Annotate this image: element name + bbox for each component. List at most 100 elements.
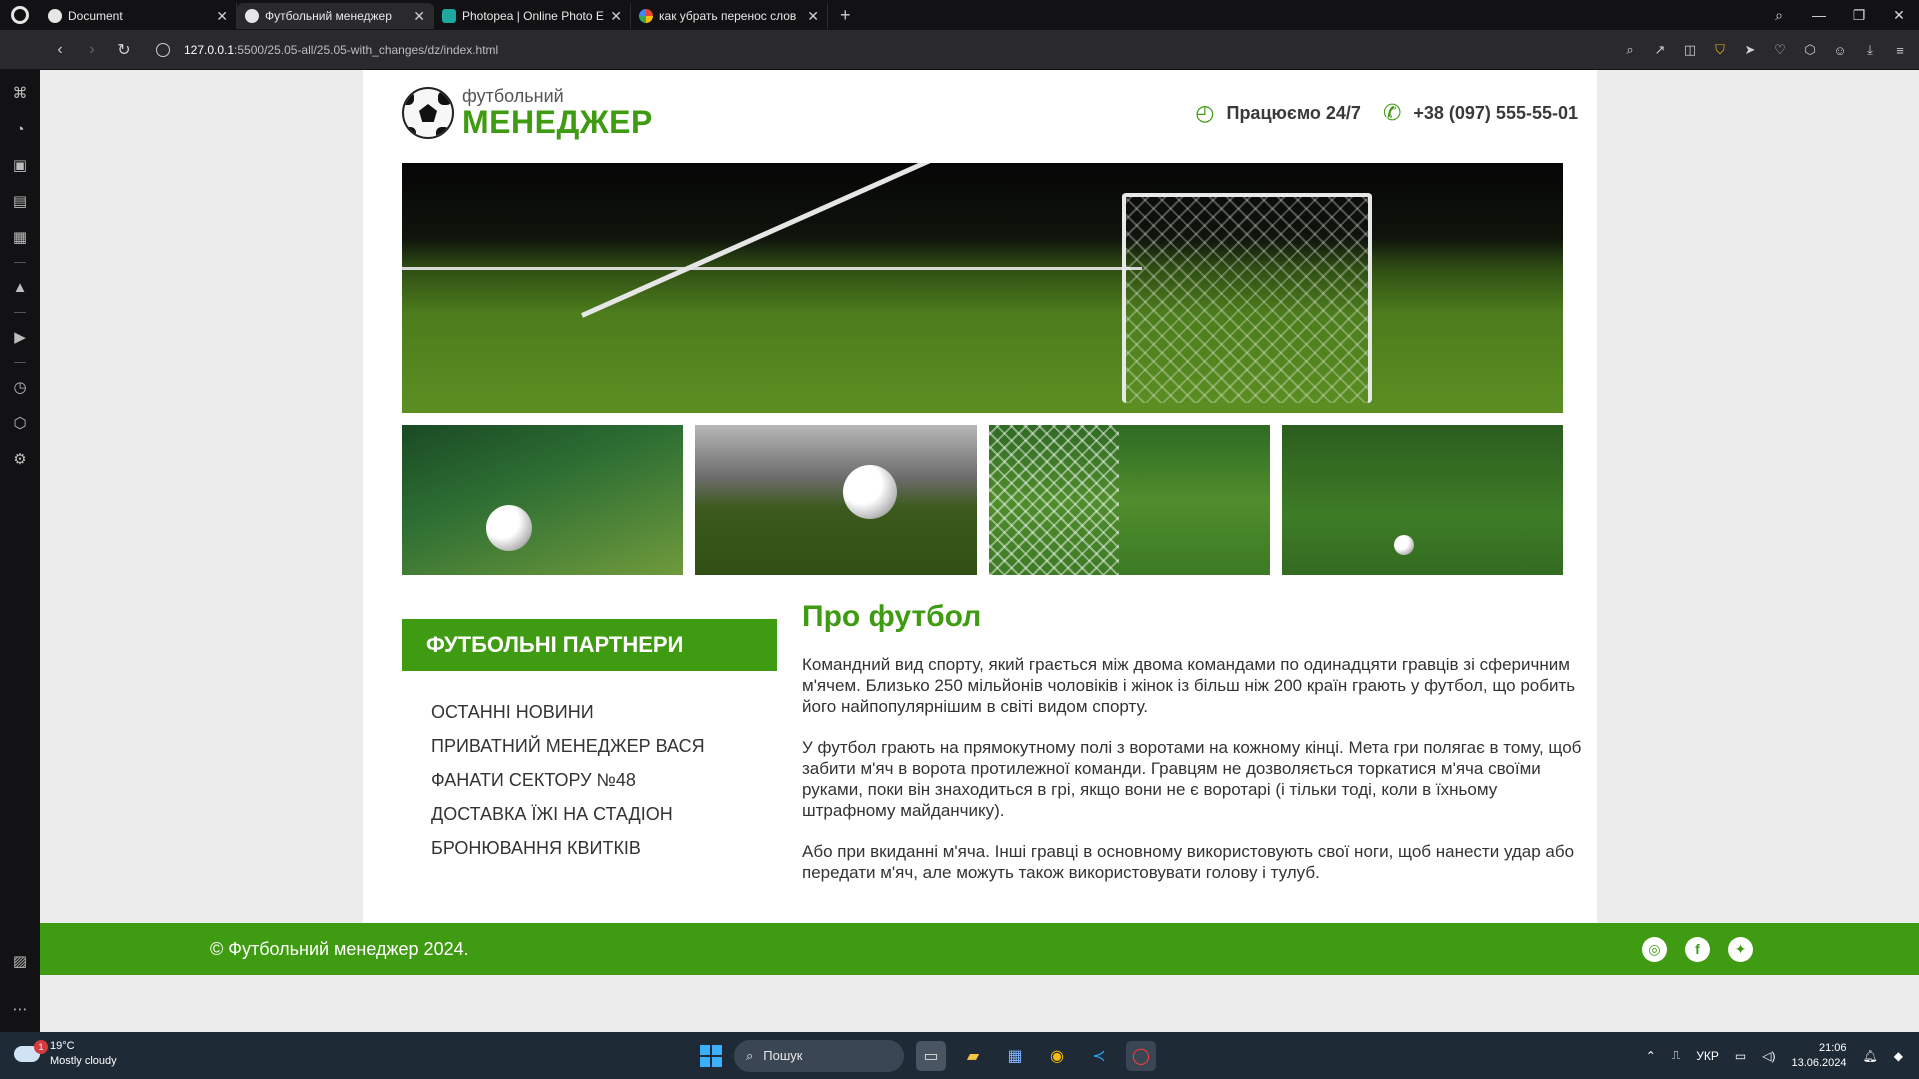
partner-link[interactable]: Доставка їжі на стадіон (431, 797, 777, 831)
partner-link[interactable]: Фанати сектору №48 (431, 763, 777, 797)
forward-icon[interactable]: › (76, 41, 108, 59)
twitter-icon[interactable]: ✦ (1728, 937, 1753, 962)
task-view-icon[interactable]: ▭ (916, 1040, 946, 1071)
zoom-icon[interactable]: ⌕ (1617, 42, 1643, 58)
chevron-up-icon[interactable]: ⌃ (1646, 1049, 1656, 1063)
bag-icon[interactable]: ▣ (10, 156, 30, 176)
new-tab-button[interactable]: + (840, 5, 851, 26)
tab-google-search[interactable]: как убрать перенос слов ✕ (631, 3, 828, 29)
browser-tab-bar: Document ✕ Футбольний менеджер ✕ Photope… (0, 0, 1919, 30)
cube-icon[interactable]: ⬡ (10, 414, 30, 434)
partner-link[interactable]: Приватний менеджер Вася (431, 729, 777, 763)
send-icon[interactable]: ➤ (1737, 42, 1763, 58)
minimize-button[interactable]: — (1799, 7, 1839, 23)
taskbar-apps: ⌕ Пошук ▭ ▰ ▦ ◉ ≺ ◯ (700, 1037, 1156, 1074)
weather-temp: 19°C (50, 1040, 75, 1052)
close-icon[interactable]: ✕ (413, 8, 425, 25)
windows-taskbar: 1 19°C Mostly cloudy ⌕ Пошук ▭ ▰ ▦ ◉ ≺ ◯… (0, 1032, 1919, 1079)
article-title: Про футбол (802, 600, 982, 633)
search-icon: ⌕ (746, 1047, 754, 1063)
sidebar-divider (14, 362, 26, 363)
extensions-icon[interactable]: ⬡ (1797, 42, 1823, 58)
working-hours: Працюємо 24/7 (1226, 102, 1361, 123)
reload-icon[interactable]: ↻ (108, 40, 140, 60)
weather-widget[interactable]: 1 19°C Mostly cloudy (14, 1039, 117, 1069)
facebook-icon[interactable]: f (1685, 937, 1710, 962)
url-path: :5500/25.05-all/25.05-with_changes/dz/in… (234, 42, 499, 57)
file-explorer-icon[interactable]: ▰ (958, 1041, 988, 1071)
player-icon[interactable]: ▶ (10, 328, 30, 348)
page-container: футбольний МЕНЕДЖЕР ◴ Працюємо 24/7 ✆ +3… (363, 70, 1597, 923)
more-icon[interactable]: ⋯ (10, 1000, 30, 1020)
restore-button[interactable]: ❐ (1839, 7, 1879, 24)
share-icon[interactable]: ↗ (1647, 42, 1673, 58)
sidebar-divider (14, 262, 26, 263)
window-controls: ⌕ — ❐ ✕ (1759, 0, 1919, 30)
sidebar-divider (14, 312, 26, 313)
back-icon[interactable]: ‹ (44, 41, 76, 59)
tab-document[interactable]: Document ✕ (40, 3, 237, 29)
menu-icon[interactable]: ≡ (1887, 43, 1913, 58)
gallery-image-players-legs (402, 425, 684, 575)
adblock-shield-icon[interactable]: ⛉ (1707, 42, 1733, 58)
opera-icon[interactable]: ◯ (1126, 1040, 1156, 1071)
gamepad-icon[interactable]: ⌘ (10, 84, 30, 104)
gallery-image-goal-moment (988, 425, 1270, 575)
close-window-button[interactable]: ✕ (1879, 7, 1919, 24)
opera-menu-button[interactable] (0, 0, 40, 30)
start-button[interactable] (700, 1044, 722, 1067)
heart-icon[interactable]: ♡ (1767, 42, 1793, 58)
tab-photopea[interactable]: Photopea | Online Photo Ed ✕ (434, 3, 631, 29)
cpu-icon[interactable]: ▦ (10, 228, 30, 248)
close-icon[interactable]: ✕ (610, 8, 622, 25)
copilot-icon[interactable]: ◆ (1894, 1049, 1903, 1063)
gallery-image-ball-stadium (695, 425, 977, 575)
phone-number[interactable]: +38 (097) 555-55-01 (1413, 103, 1578, 124)
url-field[interactable]: 127.0.0.1:5500/25.05-all/25.05-with_chan… (156, 42, 499, 57)
usb-icon[interactable]: ⎍ (1672, 1048, 1680, 1063)
vscode-icon[interactable]: ≺ (1084, 1041, 1114, 1071)
page-viewport: футбольний МЕНЕДЖЕР ◴ Працюємо 24/7 ✆ +3… (40, 70, 1919, 1032)
chrome-icon[interactable]: ◉ (1042, 1041, 1072, 1071)
close-icon[interactable]: ✕ (216, 8, 228, 25)
notifications-icon[interactable]: 🔔︎ (1863, 1049, 1878, 1063)
image-icon[interactable]: ▨ (10, 952, 30, 972)
store-icon[interactable]: ▦ (1000, 1041, 1030, 1071)
instagram-icon[interactable]: ◎ (1642, 937, 1667, 962)
article-paragraph: У футбол грають на прямокутному полі з в… (802, 738, 1582, 820)
partner-link[interactable]: Останні новини (431, 695, 777, 729)
twitch-icon[interactable]: ▤ (10, 192, 30, 212)
hero-image-football-pitch (402, 163, 1563, 413)
taskbar-search[interactable]: ⌕ Пошук (734, 1039, 904, 1072)
language-indicator[interactable]: УКР (1696, 1049, 1719, 1063)
clock-phone-icon: ◴ (1195, 100, 1215, 125)
globe-icon (245, 9, 259, 23)
opera-logo-icon (11, 6, 29, 24)
tab-title: Document (68, 9, 123, 23)
profile-icon[interactable]: ☺ (1827, 43, 1853, 58)
tab-title: Photopea | Online Photo Ed (462, 9, 605, 23)
tab-title: как убрать перенос слов (659, 9, 797, 23)
partner-link[interactable]: Бронювання квитків (431, 831, 777, 865)
history-icon[interactable]: ◷ (10, 378, 30, 398)
aria-icon[interactable]: ▲ (10, 278, 30, 298)
clock[interactable]: 21:06 13.06.2024 (1791, 1041, 1846, 1071)
tab-football-manager[interactable]: Футбольний менеджер ✕ (237, 3, 434, 29)
about-football-article: Про футбол Командний вид спорту, який гр… (802, 600, 1582, 903)
url-host: 127.0.0.1 (184, 42, 235, 57)
camera-icon[interactable]: ◫ (1677, 42, 1703, 58)
download-icon[interactable]: ⤓ (1857, 42, 1883, 58)
volume-icon[interactable]: ◁) (1762, 1049, 1775, 1063)
settings-icon[interactable]: ⚙ (10, 450, 30, 470)
tab-search-icon[interactable]: ⌕ (1759, 7, 1799, 24)
tab-title: Футбольний менеджер (265, 9, 392, 23)
photopea-icon (442, 9, 456, 23)
social-links: ◎ f ✦ (1642, 937, 1753, 962)
logo-big-text: МЕНЕДЖЕР (462, 104, 653, 140)
close-icon[interactable]: ✕ (807, 8, 819, 25)
site-logo[interactable]: футбольний МЕНЕДЖЕР (402, 87, 653, 139)
site-info-icon[interactable] (156, 42, 170, 57)
gallery-image-player-dribbling (1281, 425, 1563, 575)
network-icon[interactable]: ▭ (1735, 1049, 1746, 1063)
speedometer-icon[interactable]: ◔ (10, 120, 30, 140)
